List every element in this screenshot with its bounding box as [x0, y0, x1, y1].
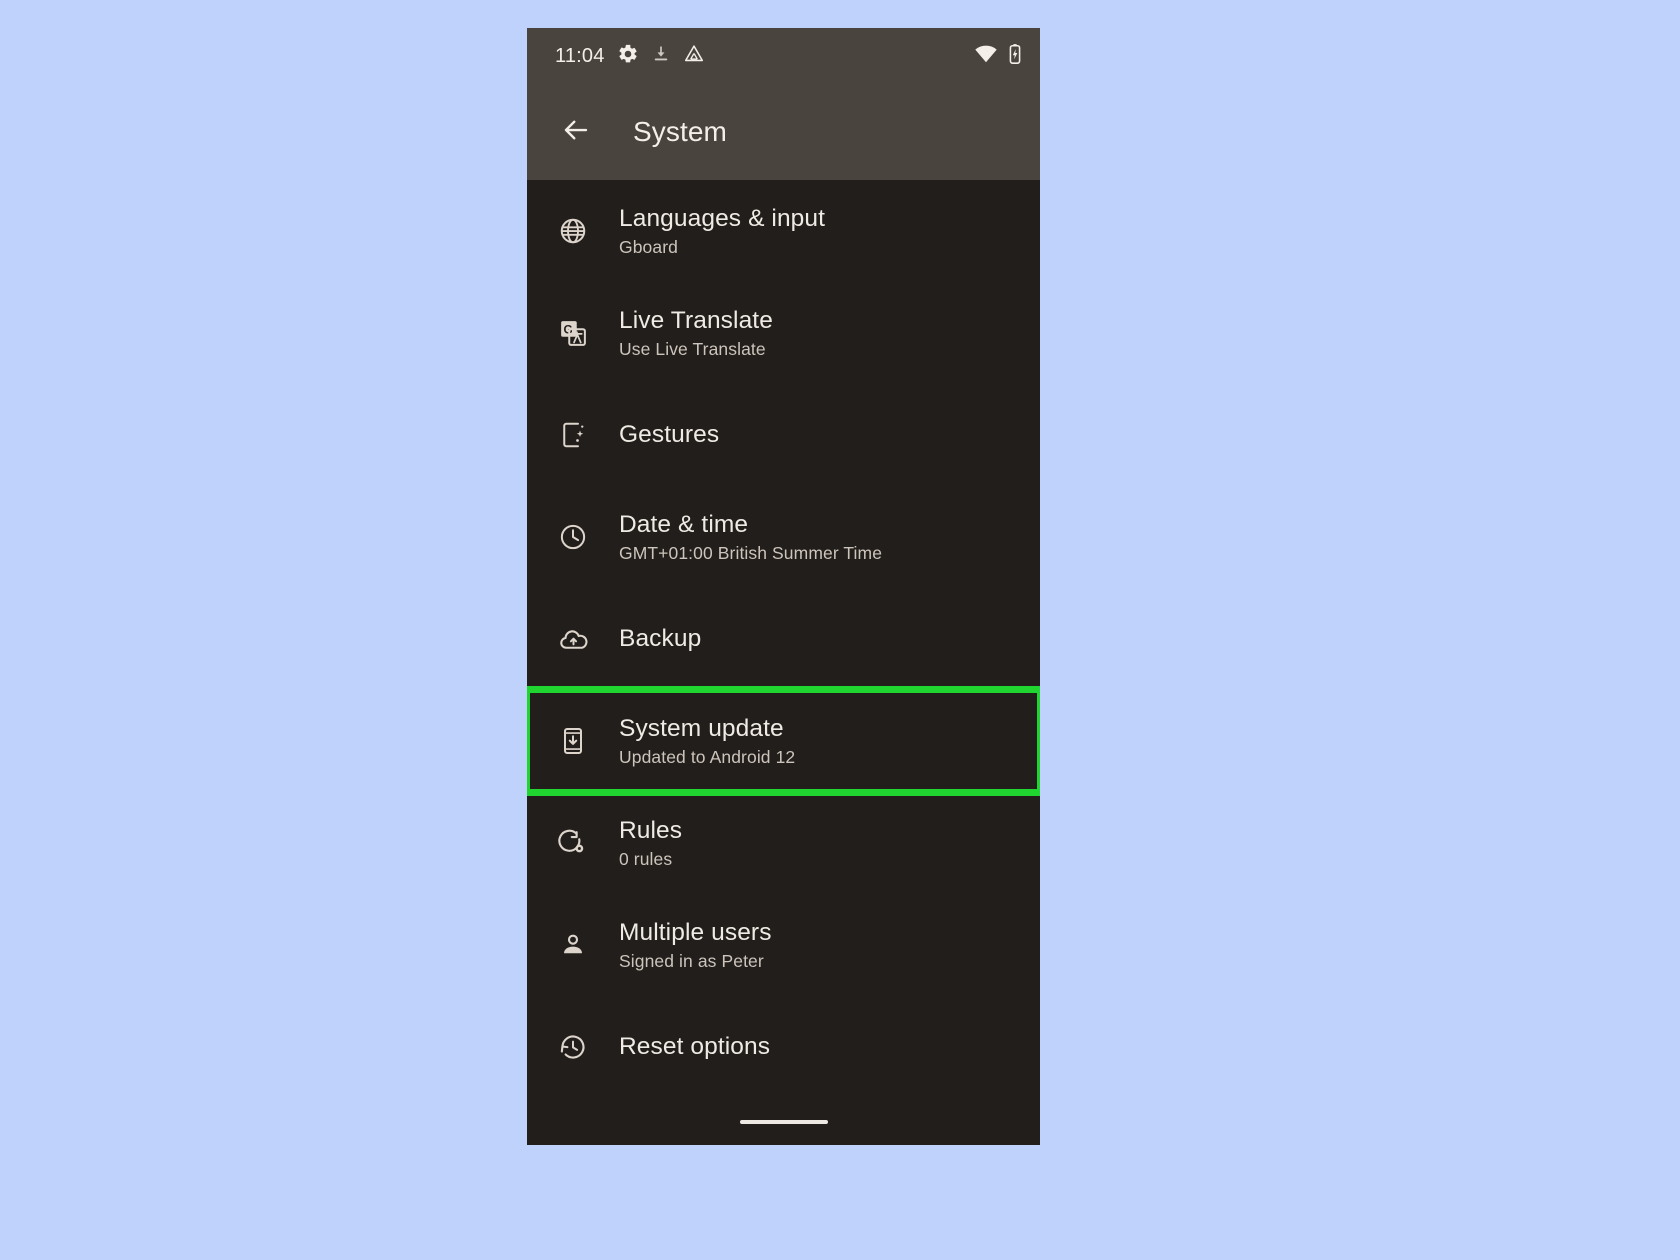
list-item-title: Reset options: [619, 1033, 771, 1061]
google-translate-icon: G: [527, 318, 619, 348]
clock-icon: [527, 522, 619, 552]
gestures-phone-icon: [527, 420, 619, 450]
list-item-subtitle: Updated to Android 12: [619, 747, 796, 768]
list-item-text: Languages & input Gboard: [619, 205, 825, 258]
settings-gear-icon: [617, 43, 639, 70]
list-item-title: Languages & input: [619, 204, 826, 232]
list-item-reset-options[interactable]: Reset options: [527, 996, 1040, 1098]
list-item-text: Multiple users Signed in as Peter: [619, 919, 772, 972]
list-item-text: Date & time GMT+01:00 British Summer Tim…: [619, 511, 882, 564]
status-bar-clock: 11:04: [555, 44, 605, 67]
person-icon: [527, 930, 619, 960]
list-item-title: Rules: [619, 816, 683, 844]
status-bar-left: 11:04: [555, 43, 705, 70]
list-item-text: System update Updated to Android 12: [619, 715, 795, 768]
list-item-title: System update: [619, 714, 784, 742]
rules-gear-loop-icon: [527, 828, 619, 858]
navigation-bar: [527, 1099, 1040, 1145]
list-item-subtitle: 0 rules: [619, 849, 673, 870]
list-item-live-translate[interactable]: G Live Translate Use Live Translate: [527, 282, 1040, 384]
home-gesture-pill[interactable]: [739, 1120, 828, 1124]
list-item-rules[interactable]: Rules 0 rules: [527, 792, 1040, 894]
phone-screen: 11:04 System Languages & input Gboard G …: [527, 28, 1040, 1145]
list-item-backup[interactable]: Backup: [527, 588, 1040, 690]
download-icon: [651, 43, 671, 70]
list-item-subtitle: GMT+01:00 British Summer Time: [619, 543, 883, 564]
arrow-back-icon: [561, 115, 591, 150]
list-item-title: Date & time: [619, 510, 749, 538]
globe-icon: [527, 216, 619, 246]
system-update-phone-icon: [527, 726, 619, 756]
list-item-subtitle: Gboard: [619, 237, 678, 258]
back-button[interactable]: [553, 109, 599, 155]
cloud-upload-icon: [527, 624, 619, 655]
list-item-gestures[interactable]: Gestures: [527, 384, 1040, 486]
list-item-subtitle: Use Live Translate: [619, 339, 766, 360]
google-drive-icon: [683, 43, 705, 70]
list-item-title: Live Translate: [619, 306, 773, 334]
page-title: System: [633, 116, 727, 147]
list-item-multiple-users[interactable]: Multiple users Signed in as Peter: [527, 894, 1040, 996]
list-item-text: Backup: [619, 625, 701, 652]
list-item-text: Rules 0 rules: [619, 817, 682, 870]
list-item-title: Multiple users: [619, 918, 772, 946]
list-item-text: Gestures: [619, 421, 719, 448]
list-item-title: Backup: [619, 625, 702, 653]
battery-charging-icon: [1008, 43, 1022, 70]
list-item-languages-and-input[interactable]: Languages & input Gboard: [527, 180, 1040, 282]
list-item-subtitle: Signed in as Peter: [619, 951, 764, 972]
history-restore-icon: [527, 1032, 619, 1062]
wifi-icon: [974, 44, 998, 69]
settings-list: Languages & input Gboard G Live Translat…: [527, 180, 1040, 1145]
list-item-system-update[interactable]: System update Updated to Android 12: [527, 686, 1040, 796]
list-item-text: Live Translate Use Live Translate: [619, 307, 773, 360]
status-bar-right: [974, 43, 1022, 70]
list-item-date-and-time[interactable]: Date & time GMT+01:00 British Summer Tim…: [527, 486, 1040, 588]
app-bar: System: [527, 84, 1040, 180]
list-item-text: Reset options: [619, 1033, 770, 1060]
list-item-title: Gestures: [619, 421, 720, 449]
status-bar: 11:04: [527, 28, 1040, 84]
